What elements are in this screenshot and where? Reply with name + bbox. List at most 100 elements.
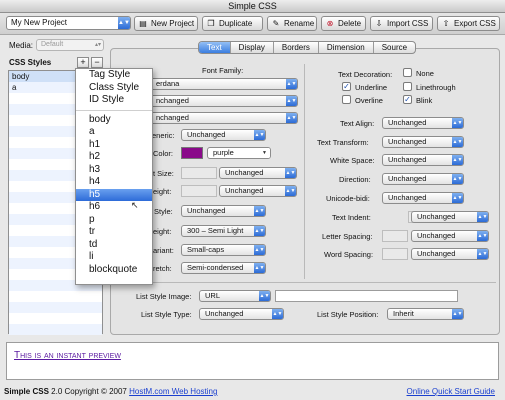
tab-borders[interactable]: Borders	[272, 42, 318, 53]
toolbar: My New Project ▲▼ ▤ New Project ❐ Duplic…	[0, 13, 505, 35]
chevron-updown-icon: ▲▼	[452, 118, 463, 128]
menu-item-li[interactable]: li	[76, 251, 152, 264]
tab-bar: Text Display Borders Dimension Source	[198, 41, 417, 54]
delete-button[interactable]: ⊗ Delete	[321, 16, 366, 31]
font-weight-select[interactable]: 300 – Semi Light ▲▼	[181, 225, 266, 237]
color-select[interactable]: purple ▼	[207, 147, 271, 159]
word-spacing-input[interactable]	[382, 248, 408, 260]
list-style-position-label: List Style Position:	[317, 310, 379, 319]
chevron-updown-icon: ▲▼	[452, 137, 463, 147]
chevron-updown-icon: ▲▼	[477, 249, 488, 259]
project-select[interactable]: My New Project ▲▼	[6, 16, 131, 30]
menu-item-tr[interactable]: tr	[76, 226, 152, 239]
tab-display[interactable]: Display	[229, 42, 273, 53]
footer-hosting-link[interactable]: HostM.com Web Hosting	[129, 387, 217, 396]
decoration-underline-checkbox[interactable]: ✓	[342, 82, 351, 91]
font-style-select[interactable]: Unchanged ▲▼	[181, 205, 266, 217]
menu-item-h6[interactable]: h6	[76, 201, 152, 214]
menu-item-td[interactable]: td	[76, 239, 152, 252]
font-variant-label: ariant:	[153, 246, 174, 255]
tab-dimension[interactable]: Dimension	[317, 42, 373, 53]
column-divider	[304, 64, 305, 279]
line-height-select[interactable]: Unchanged ▲▼	[219, 185, 297, 197]
menu-item-a[interactable]: a	[76, 126, 152, 139]
menu-item-p[interactable]: p	[76, 214, 152, 227]
menu-item-h1[interactable]: h1	[76, 139, 152, 152]
font-family-select-3[interactable]: nchanged ▲▼	[150, 112, 298, 124]
preview-text: This is an instant preview	[14, 350, 121, 361]
quick-start-guide-link[interactable]: Online Quick Start Guide	[407, 384, 495, 400]
font-size-select[interactable]: Unchanged ▲▼	[219, 167, 297, 179]
text-transform-select[interactable]: Unchanged ▲▼	[382, 136, 464, 148]
menu-item-h2[interactable]: h2	[76, 151, 152, 164]
font-size-label: t Size:	[153, 169, 174, 178]
chevron-updown-icon: ▲▼	[452, 174, 463, 184]
menu-item-class-style[interactable]: Class Style	[76, 82, 152, 95]
letter-spacing-select[interactable]: Unchanged ▲▼	[411, 230, 489, 242]
window-title: Simple CSS	[0, 0, 505, 13]
tab-source[interactable]: Source	[372, 42, 415, 53]
list-style-image-select[interactable]: URL ▲▼	[199, 290, 271, 302]
menu-item-tag-style[interactable]: Tag Style	[76, 69, 152, 82]
text-indent-select[interactable]: Unchanged ▲▼	[411, 211, 489, 223]
menu-item-h4[interactable]: h4	[76, 176, 152, 189]
white-space-label: White Space:	[330, 156, 375, 165]
word-spacing-select[interactable]: Unchanged ▲▼	[411, 248, 489, 260]
decoration-overline-checkbox[interactable]	[342, 95, 351, 104]
import-icon: ⇩	[375, 19, 383, 28]
decoration-none-checkbox[interactable]	[403, 68, 412, 77]
direction-label: Direction:	[339, 175, 371, 184]
text-align-select[interactable]: Unchanged ▲▼	[382, 117, 464, 129]
font-weight-label: eight:	[153, 227, 172, 236]
font-stretch-select[interactable]: Semi-condensed ▲▼	[181, 262, 266, 274]
chevron-updown-icon: ▴▾	[94, 42, 101, 48]
direction-select[interactable]: Unchanged ▲▼	[382, 173, 464, 185]
list-style-type-select[interactable]: Unchanged ▲▼	[199, 308, 284, 320]
tab-text[interactable]: Text	[199, 42, 230, 53]
new-project-button[interactable]: ▤ New Project	[134, 16, 198, 31]
chevron-updown-icon: ▲▼	[118, 17, 130, 29]
chevron-updown-icon: ▲▼	[254, 263, 265, 273]
decoration-underline-label: Underline	[355, 83, 388, 92]
color-swatch[interactable]	[181, 147, 203, 159]
menu-item-blockquote[interactable]: blockquote	[76, 264, 152, 277]
decoration-none-label: None	[416, 69, 434, 78]
menu-item-body[interactable]: body	[76, 114, 152, 127]
decoration-blink-checkbox[interactable]: ✓	[403, 95, 412, 104]
import-css-button[interactable]: ⇩ Import CSS	[370, 16, 433, 31]
menu-item-id-style[interactable]: ID Style	[76, 94, 152, 107]
chevron-updown-icon: ▲▼	[477, 231, 488, 241]
rename-button[interactable]: ✎ Rename	[267, 16, 317, 31]
menu-item-h5[interactable]: h5	[76, 188, 152, 201]
media-select[interactable]: Default ▴▾	[36, 39, 104, 51]
unicode-bidi-select[interactable]: Unchanged ▲▼	[382, 192, 464, 204]
add-style-button[interactable]: +	[77, 57, 89, 68]
list-style-type-label: List Style Type:	[141, 310, 192, 319]
chevron-updown-icon: ▲▼	[452, 155, 463, 165]
duplicate-button[interactable]: ❐ Duplicate	[202, 16, 263, 31]
mouse-pointer-icon: ↖	[131, 200, 139, 210]
text-decoration-label: Text Decoration:	[338, 70, 393, 79]
generic-select[interactable]: Unchanged ▲▼	[181, 129, 266, 141]
chevron-updown-icon: ▲▼	[286, 79, 297, 89]
list-style-position-select[interactable]: Inherit ▲▼	[387, 308, 464, 320]
font-variant-select[interactable]: Small-caps ▲▼	[181, 244, 266, 256]
generic-label: eneric:	[152, 131, 175, 140]
white-space-select[interactable]: Unchanged ▲▼	[382, 154, 464, 166]
letter-spacing-input[interactable]	[382, 230, 408, 242]
font-family-select-2[interactable]: nchanged ▲▼	[150, 95, 298, 107]
list-style-image-url-input[interactable]	[275, 290, 458, 302]
check-icon: ✓	[404, 95, 411, 104]
footer-copyright: 2.0 Copyright © 2007	[51, 387, 127, 396]
pencil-icon: ✎	[272, 19, 280, 28]
font-family-select-1[interactable]: erdana ▲▼	[150, 78, 298, 90]
font-size-input[interactable]	[181, 167, 217, 179]
line-height-input[interactable]	[181, 185, 217, 197]
decoration-linethrough-checkbox[interactable]	[403, 82, 412, 91]
media-label: Media:	[9, 41, 34, 50]
remove-style-button[interactable]: −	[91, 57, 103, 68]
chevron-updown-icon: ▲▼	[259, 291, 270, 301]
preview-area: This is an instant preview	[6, 342, 499, 380]
export-css-button[interactable]: ⇧ Export CSS	[437, 16, 500, 31]
menu-item-h3[interactable]: h3	[76, 164, 152, 177]
